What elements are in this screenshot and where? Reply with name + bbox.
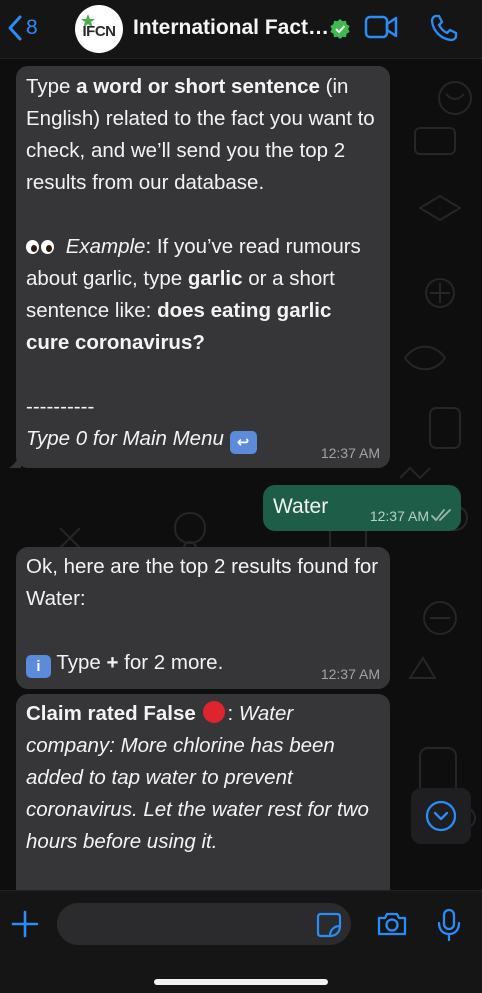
message-time: 12:37 AM — [320, 666, 380, 682]
message-bubble-results: Ok, here are the top 2 results found for… — [16, 547, 390, 689]
composer-bar — [0, 890, 482, 993]
microphone-icon[interactable] — [437, 908, 461, 942]
chevron-left-icon — [8, 15, 22, 41]
phone-call-icon[interactable] — [429, 13, 459, 43]
scroll-to-bottom-button[interactable] — [411, 788, 471, 844]
claim-label: Claim rated False — [26, 702, 196, 725]
contact-name[interactable]: International Fact… — [133, 16, 329, 40]
camera-icon[interactable] — [376, 911, 408, 937]
results-text: Ok, here are the top 2 results found for… — [26, 555, 379, 610]
message-bubble-intro: Type a word or short sentence (in Englis… — [9, 66, 390, 468]
divider-text: ---------- — [26, 395, 95, 418]
read-receipt-icon — [431, 509, 451, 522]
sticker-icon[interactable] — [316, 912, 342, 938]
contact-avatar[interactable]: IFCN — [75, 5, 123, 53]
example-label: Example — [65, 235, 146, 258]
bubble-tail — [9, 452, 21, 468]
intro-paragraph: Type a word or short sentence (in Englis… — [26, 75, 375, 194]
verified-badge-icon — [330, 19, 350, 39]
home-indicator — [154, 979, 328, 985]
back-button[interactable]: 8 — [6, 12, 38, 44]
avatar-logo-text: IFCN — [82, 22, 117, 40]
plus-icon[interactable] — [10, 909, 40, 939]
intro-bold-phrase: a word or short sentence — [76, 75, 320, 98]
eyes-icon — [26, 231, 60, 263]
message-bubble-claim: Claim rated False : Water company: More … — [16, 694, 390, 914]
video-call-icon[interactable] — [364, 14, 398, 40]
red-circle-icon — [203, 701, 226, 723]
info-icon: i — [26, 655, 51, 678]
chevron-down-circle-icon — [425, 800, 457, 832]
message-bubble-sent: Water 12:37 AM — [263, 485, 461, 531]
unread-count: 8 — [26, 16, 38, 39]
message-time: 12:37 AM — [320, 445, 380, 461]
example-paragraph: Example: If you’ve read rumours about ga… — [26, 231, 380, 359]
chat-header: 8 IFCN International Fact… — [0, 0, 482, 59]
message-time: 12:37 AM — [369, 508, 429, 524]
message-input[interactable] — [57, 903, 351, 945]
return-arrow-icon: ↩ — [229, 431, 257, 454]
